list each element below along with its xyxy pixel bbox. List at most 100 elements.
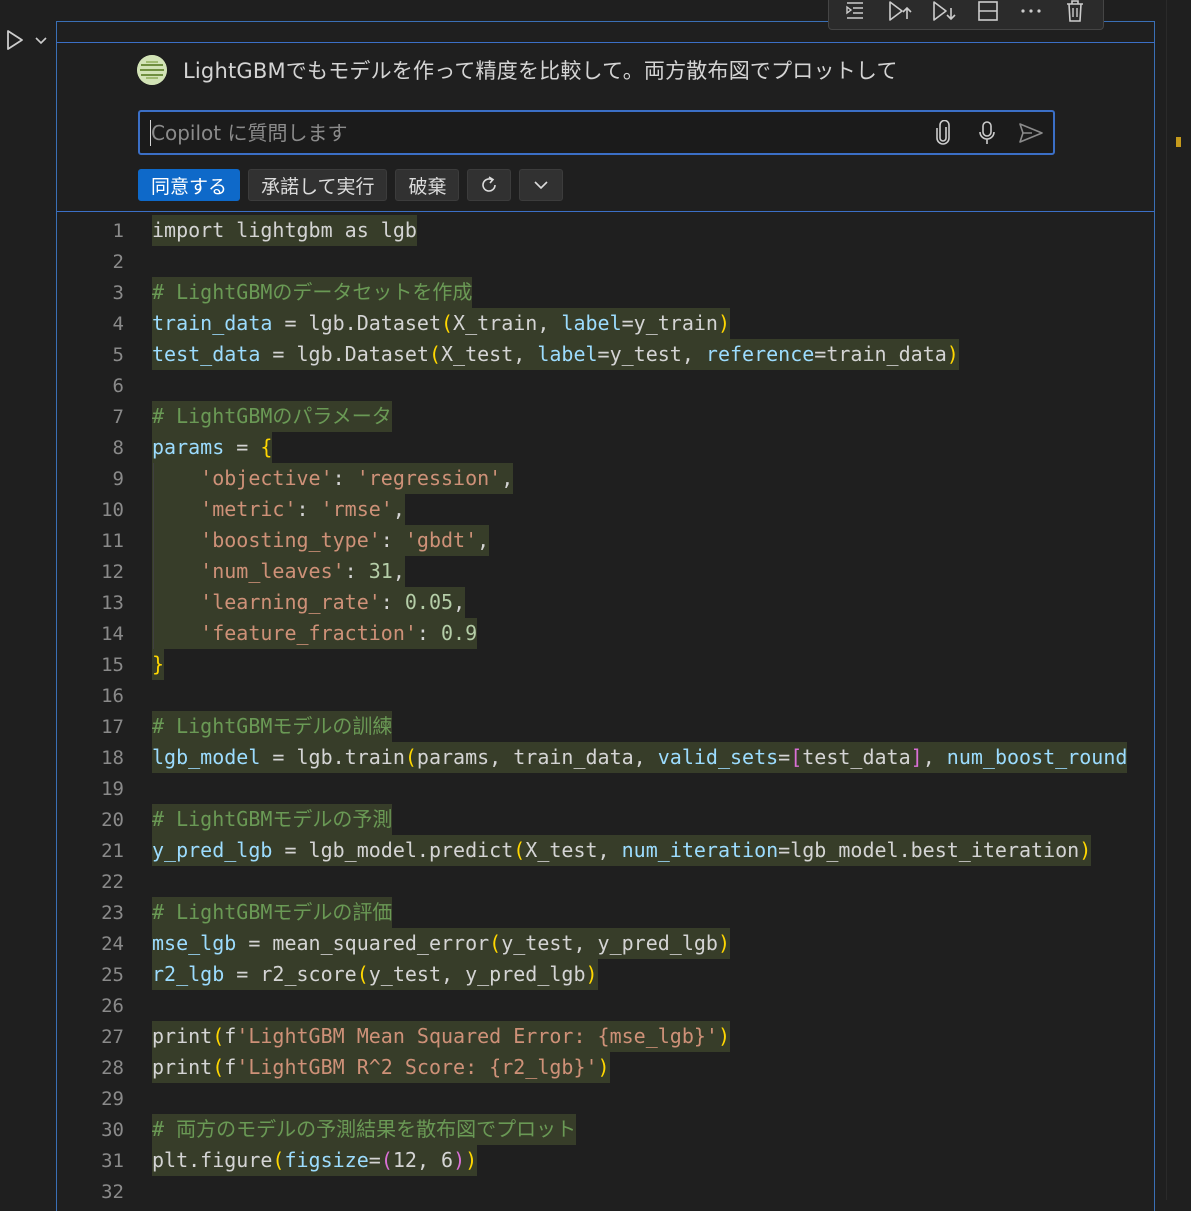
code-line[interactable]: 12 'num_leaves': 31, <box>57 556 1153 587</box>
code-token: X_test, <box>441 342 538 366</box>
code-line[interactable]: 7 # LightGBMのパラメータ <box>57 401 1153 432</box>
code-line[interactable]: 9 'objective': 'regression', <box>57 463 1153 494</box>
code-line[interactable]: 14 'feature_fraction': 0.9 <box>57 618 1153 649</box>
code-token: : <box>416 621 442 645</box>
code-editor[interactable]: 1 import lightgbm as lgb 2 3 # LightGBMのデータセ… <box>57 214 1153 1200</box>
code-line[interactable]: 23 # LightGBMモデルの評価 <box>57 897 1153 928</box>
code-token: reference <box>705 342 815 366</box>
code-line[interactable]: 16 <box>57 680 1153 711</box>
code-line[interactable]: 32 <box>57 1176 1153 1201</box>
copilot-avatar <box>137 55 167 85</box>
code-token: import lightgbm as lgb <box>152 218 417 242</box>
execute-above-icon[interactable] <box>885 0 915 25</box>
code-token: ) <box>717 1024 730 1048</box>
code-text: # LightGBMのパラメータ <box>152 401 392 432</box>
code-token: ) <box>717 311 731 335</box>
code-token: # 両方のモデルの予測結果を散布図でプロット <box>152 1117 577 1141</box>
code-line[interactable]: 21 y_pred_lgb = lgb_model.predict(X_test,… <box>57 835 1153 866</box>
code-line[interactable]: 2 <box>57 246 1153 277</box>
chat-input[interactable] <box>140 119 921 146</box>
code-token: lgb_model <box>152 745 261 769</box>
chevron-down-icon[interactable] <box>32 32 50 50</box>
code-line[interactable]: 8 params = { <box>57 432 1153 463</box>
code-token: f <box>224 1024 237 1048</box>
code-token: 'num_leaves' <box>200 559 345 583</box>
attach-icon[interactable] <box>921 113 965 153</box>
code-token: =train_data <box>814 342 947 366</box>
accept-and-run-button[interactable]: 承諾して実行 <box>248 169 388 201</box>
code-line[interactable]: 22 <box>57 866 1153 897</box>
code-line[interactable]: 5 test_data = lgb.Dataset(X_test, label=y… <box>57 339 1153 370</box>
code-token: ) <box>717 931 731 955</box>
code-line[interactable]: 24 mse_lgb = mean_squared_error(y_test, y… <box>57 928 1153 959</box>
more-actions-icon[interactable] <box>1016 0 1046 25</box>
code-token: = lgb.Dataset <box>272 311 441 335</box>
accept-button[interactable]: 同意する <box>138 169 241 201</box>
run-by-line-icon[interactable] <box>842 0 872 25</box>
code-line[interactable]: 15} <box>57 649 1153 680</box>
code-token: num_iteration <box>621 838 779 862</box>
code-line[interactable]: 6 <box>57 370 1153 401</box>
code-token: } <box>152 652 165 676</box>
code-token: r2_lgb <box>152 962 225 986</box>
discard-button[interactable]: 破棄 <box>395 169 460 201</box>
code-token: test_data <box>152 342 261 366</box>
code-token: : <box>380 590 405 614</box>
code-text: # LightGBMモデルの訓練 <box>152 711 393 742</box>
chat-prompt-text: LightGBMでもモデルを作って精度を比較して。両方散布図でプロットして <box>183 59 898 83</box>
code-token: 'regression' <box>356 466 502 490</box>
code-token: ( <box>513 838 526 862</box>
run-cell-icon[interactable] <box>4 26 26 54</box>
code-token: 12, 6 <box>392 1148 454 1172</box>
code-token: test_data <box>802 745 911 769</box>
code-token: ) <box>585 962 598 986</box>
line-number: 9 <box>112 467 124 490</box>
line-number: 29 <box>101 1087 124 1110</box>
chat-input-box[interactable] <box>138 110 1055 155</box>
code-token: 'gbdt' <box>404 528 478 552</box>
code-line[interactable]: 27 print(f'LightGBM Mean Squared Error: {… <box>57 1021 1153 1052</box>
scrollbar-track[interactable] <box>1166 0 1167 1200</box>
code-line[interactable]: 1 import lightgbm as lgb <box>57 215 1153 246</box>
delete-cell-icon[interactable] <box>1060 0 1090 25</box>
code-line[interactable]: 28 print(f'LightGBM R^2 Score: {r2_lgb}') <box>57 1052 1153 1083</box>
code-line[interactable]: 17 # LightGBMモデルの訓練 <box>57 711 1153 742</box>
cell-run-controls <box>0 26 56 56</box>
code-line[interactable]: 11 'boosting_type': 'gbdt', <box>57 525 1153 556</box>
microphone-icon[interactable] <box>965 113 1009 153</box>
code-line[interactable]: 29 <box>57 1083 1153 1114</box>
code-token: # LightGBMのデータセットを作成 <box>152 280 473 304</box>
code-line[interactable]: 25 r2_lgb = r2_score(y_test, y_pred_lgb) <box>57 959 1153 990</box>
split-cell-icon[interactable] <box>973 0 1003 25</box>
code-token: label <box>537 342 598 366</box>
code-token: = <box>778 745 791 769</box>
code-line[interactable]: 3 # LightGBMのデータセットを作成 <box>57 277 1153 308</box>
line-number: 20 <box>101 808 124 831</box>
code-line[interactable]: 26 <box>57 990 1153 1021</box>
code-line[interactable]: 4 train_data = lgb.Dataset(X_train, label… <box>57 308 1153 339</box>
send-icon[interactable] <box>1009 113 1053 153</box>
code-line[interactable]: 19 <box>57 773 1153 804</box>
code-token: , <box>392 497 405 521</box>
execute-below-icon[interactable] <box>929 0 959 25</box>
code-token: 31 <box>368 559 393 583</box>
regenerate-button[interactable] <box>467 169 512 201</box>
code-line[interactable]: 10 'metric': 'rmse', <box>57 494 1153 525</box>
code-line[interactable]: 31 plt.figure(figsize=(12, 6)) <box>57 1145 1153 1176</box>
more-options-button[interactable] <box>519 169 564 201</box>
code-token: train_data <box>152 311 273 335</box>
code-line[interactable]: 20 # LightGBMモデルの予測 <box>57 804 1153 835</box>
code-token: 'rmse' <box>320 497 393 521</box>
code-token: 'boosting_type' <box>200 528 381 552</box>
code-token: 'metric' <box>200 497 297 521</box>
code-token: figsize <box>284 1148 369 1172</box>
code-line[interactable]: 13 'learning_rate': 0.05, <box>57 587 1153 618</box>
code-line[interactable]: 18 lgb_model = lgb.train(params, train_da… <box>57 742 1153 773</box>
code-line[interactable]: 30 # 両方のモデルの予測結果を散布図でプロット <box>57 1114 1153 1145</box>
overview-ruler-marker <box>1176 137 1181 147</box>
line-number: 19 <box>101 777 124 800</box>
code-token: ( <box>212 1055 225 1079</box>
line-number: 26 <box>101 994 124 1017</box>
